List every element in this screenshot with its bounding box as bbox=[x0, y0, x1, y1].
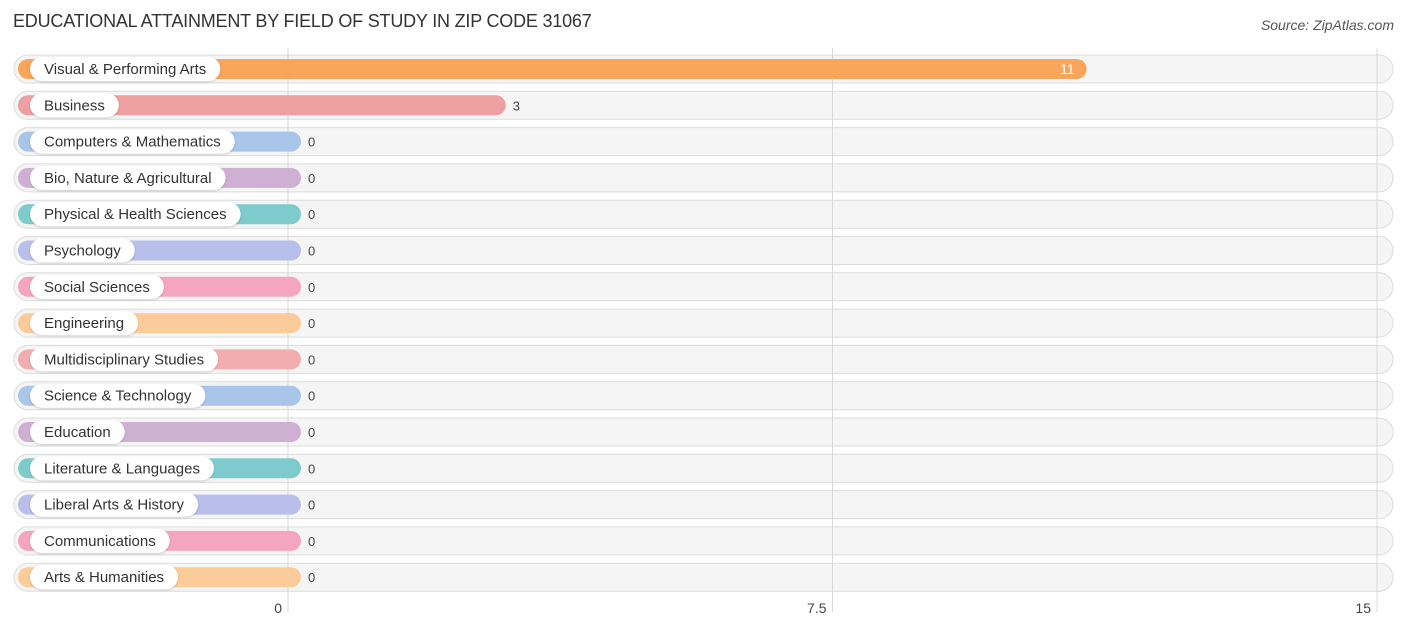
category-label: Multidisciplinary Studies bbox=[44, 351, 204, 368]
value-label: 0 bbox=[308, 352, 315, 367]
category-label: Engineering bbox=[44, 315, 124, 332]
category-label: Education bbox=[44, 424, 111, 441]
value-label: 0 bbox=[308, 389, 315, 404]
category-label: Social Sciences bbox=[44, 279, 150, 296]
value-label: 0 bbox=[308, 244, 315, 259]
value-label: 0 bbox=[308, 534, 315, 549]
category-label: Communications bbox=[44, 533, 156, 550]
x-tick-label: 7.5 bbox=[807, 600, 827, 616]
category-label: Business bbox=[44, 97, 105, 114]
category-label: Science & Technology bbox=[44, 388, 192, 405]
x-tick-label: 0 bbox=[274, 600, 282, 616]
value-label: 0 bbox=[308, 570, 315, 585]
value-label: 0 bbox=[308, 280, 315, 295]
category-label: Physical & Health Sciences bbox=[44, 206, 227, 223]
value-label: 0 bbox=[308, 316, 315, 331]
category-label: Liberal Arts & History bbox=[44, 497, 185, 514]
category-label: Literature & Languages bbox=[44, 460, 200, 477]
value-label: 0 bbox=[308, 425, 315, 440]
category-label: Computers & Mathematics bbox=[44, 134, 221, 151]
category-label: Psychology bbox=[44, 243, 121, 260]
value-label: 0 bbox=[308, 135, 315, 150]
category-label: Arts & Humanities bbox=[44, 569, 164, 586]
value-label: 0 bbox=[308, 207, 315, 222]
value-label: 0 bbox=[308, 461, 315, 476]
value-label: 11 bbox=[1060, 61, 1075, 77]
category-label: Bio, Nature & Agricultural bbox=[44, 170, 212, 187]
value-label: 3 bbox=[513, 98, 520, 113]
value-label: 0 bbox=[308, 498, 315, 513]
bar-chart: Visual & Performing Arts 11 Business 3 Compu… bbox=[13, 48, 1394, 616]
x-axis: 0 7.5 15 bbox=[274, 600, 1371, 616]
x-tick-label: 15 bbox=[1355, 600, 1371, 616]
value-label: 0 bbox=[308, 171, 315, 186]
category-label: Visual & Performing Arts bbox=[44, 61, 206, 78]
